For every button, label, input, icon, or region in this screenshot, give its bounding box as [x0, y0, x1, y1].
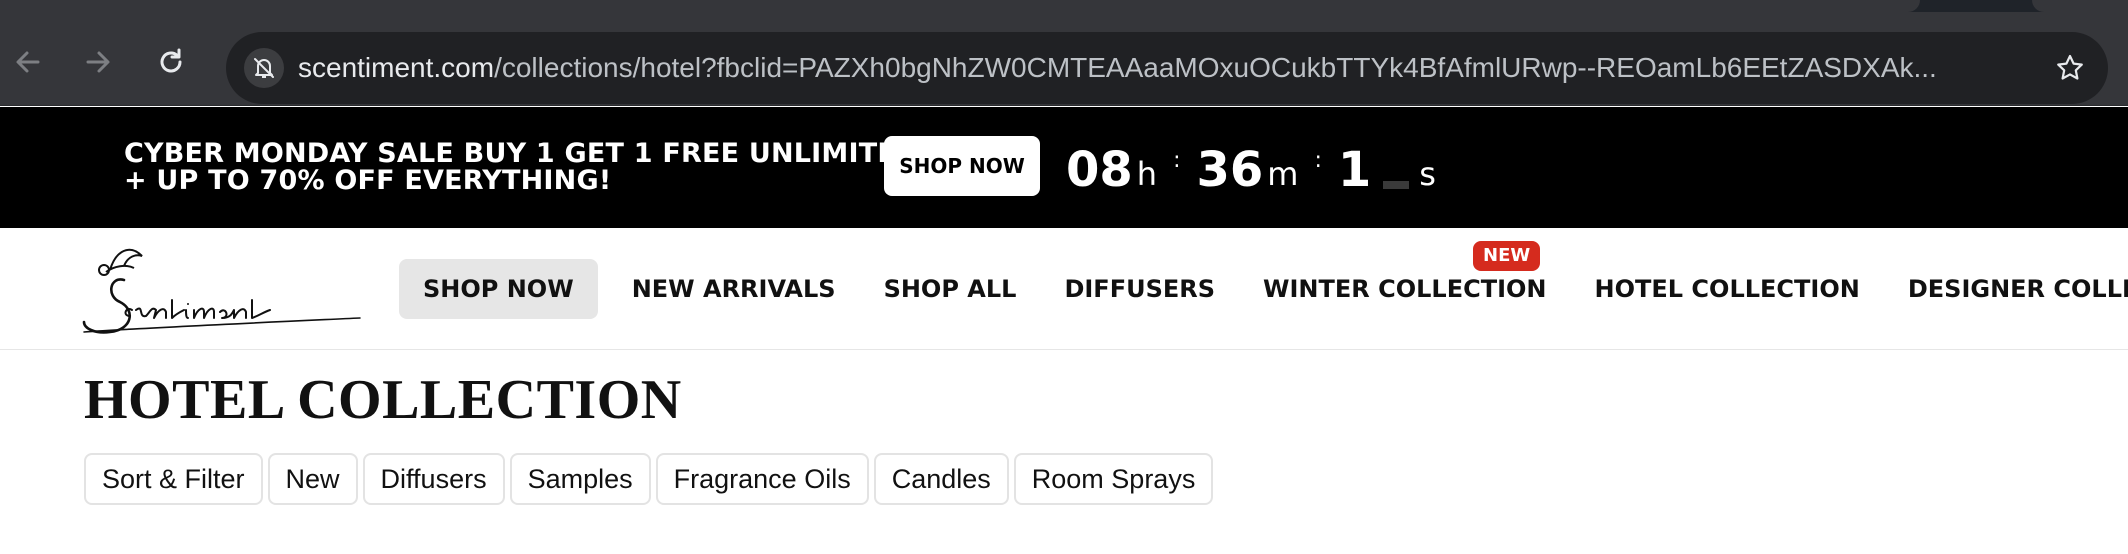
url-text[interactable]: scentiment.com/collections/hotel?fbclid=…: [298, 32, 2018, 104]
promo-shop-now-button[interactable]: SHOP NOW: [884, 136, 1040, 196]
chip-fragrance-oils[interactable]: Fragrance Oils: [655, 453, 869, 505]
site-info-button[interactable]: [244, 48, 284, 88]
nav-winter-collection-label: WINTER COLLECTION: [1263, 275, 1547, 303]
tab-strip: [0, 0, 2128, 12]
reload-icon: [160, 48, 182, 73]
arrow-right-icon: [86, 51, 110, 73]
promo-line-1: CYBER MONDAY SALE BUY 1 GET 1 FREE UNLIM…: [124, 138, 932, 169]
timer-minutes: 36: [1196, 142, 1264, 198]
timer-seconds-placeholder: [1383, 181, 1410, 189]
countdown-timer: 08 h : 36 m : 1 s: [1066, 133, 1436, 199]
notifications-off-icon: [254, 58, 274, 78]
forward-button[interactable]: [78, 42, 118, 82]
chip-diffusers[interactable]: Diffusers: [362, 453, 505, 505]
nav-diffusers[interactable]: DIFFUSERS: [1040, 259, 1239, 319]
main-nav: SHOP NOW NEW ARRIVALS SHOP ALL DIFFUSERS…: [399, 241, 2128, 319]
browser-toolbar: scentiment.com/collections/hotel?fbclid=…: [0, 12, 2128, 106]
nav-new-arrivals[interactable]: NEW ARRIVALS: [608, 259, 860, 319]
address-bar[interactable]: scentiment.com/collections/hotel?fbclid=…: [226, 32, 2108, 104]
scentiment-logo[interactable]: [80, 240, 370, 340]
active-tab[interactable]: [0, 0, 1920, 12]
star-icon: [2057, 54, 2083, 80]
url-host: scentiment.com: [298, 52, 495, 83]
timer-hours: 08: [1066, 142, 1133, 198]
filter-chips: Sort & Filter New Diffusers Samples Frag…: [84, 453, 1218, 505]
chip-candles[interactable]: Candles: [873, 453, 1009, 505]
chip-sort-filter[interactable]: Sort & Filter: [84, 453, 263, 505]
reload-button[interactable]: [151, 42, 191, 82]
santa-hat-logo-icon: [82, 248, 361, 334]
bookmark-button[interactable]: [2050, 48, 2090, 88]
nav-designer-collection[interactable]: DESIGNER COLLECTION: [1884, 259, 2128, 319]
nav-hotel-collection[interactable]: HOTEL COLLECTION: [1571, 259, 1884, 319]
nav-shop-all[interactable]: SHOP ALL: [860, 259, 1041, 319]
back-button[interactable]: [8, 42, 48, 82]
timer-seconds: 1: [1337, 142, 1372, 198]
timer-minutes-unit: m: [1267, 155, 1299, 193]
nav-winter-collection[interactable]: WINTER COLLECTION NEW: [1239, 241, 1571, 319]
timer-hours-unit: h: [1136, 155, 1158, 193]
promo-banner: CYBER MONDAY SALE BUY 1 GET 1 FREE UNLIM…: [0, 107, 2128, 228]
new-badge: NEW: [1473, 241, 1541, 271]
timer-separator: :: [1173, 148, 1181, 173]
chip-new[interactable]: New: [267, 453, 358, 505]
url-path: /collections/hotel?fbclid=PAZXh0bgNhZW0C…: [494, 52, 1937, 83]
page-title: HOTEL COLLECTION: [84, 369, 682, 431]
chip-samples[interactable]: Samples: [509, 453, 651, 505]
timer-separator: :: [1314, 148, 1322, 173]
new-tab-area[interactable]: [2032, 0, 2128, 12]
arrow-left-icon: [16, 51, 40, 73]
site-header: SHOP NOW NEW ARRIVALS SHOP ALL DIFFUSERS…: [0, 228, 2128, 350]
timer-seconds-unit: s: [1419, 155, 1436, 193]
chip-room-sprays[interactable]: Room Sprays: [1013, 453, 1214, 505]
promo-text: CYBER MONDAY SALE BUY 1 GET 1 FREE UNLIM…: [124, 140, 931, 194]
promo-line-2: + UP TO 70% OFF EVERYTHING!: [124, 165, 612, 196]
nav-shop-now[interactable]: SHOP NOW: [399, 259, 598, 319]
